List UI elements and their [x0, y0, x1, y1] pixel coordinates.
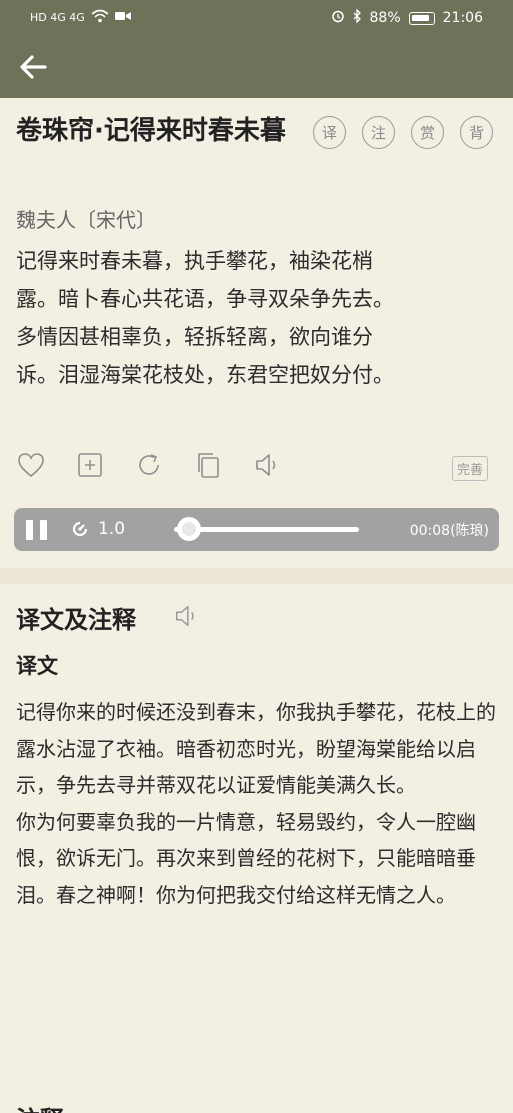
- progress-track[interactable]: [174, 527, 359, 532]
- network-label: HD 4G 4G: [30, 11, 85, 24]
- header: [0, 36, 513, 98]
- refresh-button[interactable]: [134, 450, 164, 480]
- poem-line: 诉。泪湿海棠花枝处，东君空把奴分付。: [16, 363, 394, 387]
- speaker-button[interactable]: [252, 450, 282, 480]
- poem-line: 露。暗卜春心共花语，争寻双朵争先去。: [16, 287, 394, 311]
- poem-tools: 译 注 赏 背: [313, 116, 493, 149]
- poem-author: 魏夫人〔宋代〕: [16, 208, 156, 232]
- add-button[interactable]: [75, 450, 105, 480]
- arrow-left-icon: [20, 55, 47, 79]
- audio-player: 1.0 00:08(陈琅): [14, 508, 499, 551]
- section-speaker-button[interactable]: [172, 602, 200, 630]
- status-bar: HD 4G 4G 88% 21:06: [0, 0, 513, 36]
- appreciate-button[interactable]: 赏: [411, 116, 444, 149]
- progress-knob[interactable]: [176, 517, 201, 541]
- notes-title: 注释: [16, 1100, 64, 1113]
- speaker-icon: [256, 454, 276, 476]
- wifi-icon: [91, 9, 109, 26]
- video-icon: [114, 10, 131, 25]
- system-status: 88% 21:06: [331, 8, 483, 27]
- poem-line: 记得来时春未暮，执手攀花，袖染花梢: [16, 249, 373, 273]
- refresh-icon: [139, 454, 159, 475]
- translation-paragraph: 你为何要辜负我的一片情意，轻易毁约，令人一腔幽恨，欲诉无门。再次来到曾经的花树下…: [16, 809, 476, 907]
- pause-button[interactable]: [24, 518, 50, 542]
- heart-icon: [18, 453, 44, 478]
- poem-body: 记得来时春未暮，执手攀花，袖染花梢 露。暗卜春心共花语，争寻双朵争先去。 多情因…: [16, 242, 506, 394]
- speed-icon: [72, 521, 88, 537]
- favorite-button[interactable]: [16, 450, 46, 480]
- back-button[interactable]: [14, 46, 56, 88]
- play-time: 00:08(陈琅): [409, 523, 489, 539]
- copy-button[interactable]: [193, 450, 223, 480]
- bluetooth-icon: [353, 8, 362, 27]
- plus-square-icon: [78, 453, 102, 477]
- translation-subtitle: 译文: [16, 654, 58, 678]
- poem-title: 卷珠帘·记得来时春未暮: [16, 116, 286, 146]
- annotate-button[interactable]: 注: [362, 116, 395, 149]
- speaker-icon: [175, 605, 194, 627]
- translation-section: 译文及注释 译文 记得你来的时候还没到春末，你我执手攀花，花枝上的露水沾湿了衣袖…: [0, 584, 513, 1113]
- copy-icon: [198, 453, 219, 478]
- translation-text: 记得你来的时候还没到春末，你我执手攀花，花枝上的露水沾湿了衣袖。暗香初恋时光，盼…: [16, 694, 501, 913]
- battery-icon: [408, 11, 435, 25]
- speed-button[interactable]: 1.0: [70, 519, 125, 539]
- translate-button[interactable]: 译: [313, 116, 346, 149]
- section-divider: [0, 568, 513, 584]
- translation-paragraph: 记得你来的时候还没到春末，你我执手攀花，花枝上的露水沾湿了衣袖。暗香初恋时光，盼…: [16, 700, 496, 797]
- network-status: HD 4G 4G: [30, 9, 131, 26]
- section-title: 译文及注释: [16, 606, 136, 634]
- improve-button[interactable]: 完善: [452, 456, 489, 481]
- battery-percent: 88%: [369, 10, 401, 26]
- pause-icon: [26, 520, 47, 540]
- recite-button[interactable]: 背: [460, 116, 493, 149]
- clock: 21:06: [442, 10, 483, 26]
- speed-value: 1.0: [98, 519, 126, 539]
- poem-line: 多情因甚相辜负，轻拆轻离，欲向谁分: [16, 325, 373, 349]
- alarm-icon: [331, 9, 345, 27]
- poem-card: 卷珠帘·记得来时春未暮 译 注 赏 背 魏夫人〔宋代〕 记得来时春未暮，执手攀花…: [0, 98, 513, 568]
- action-bar: [16, 450, 282, 480]
